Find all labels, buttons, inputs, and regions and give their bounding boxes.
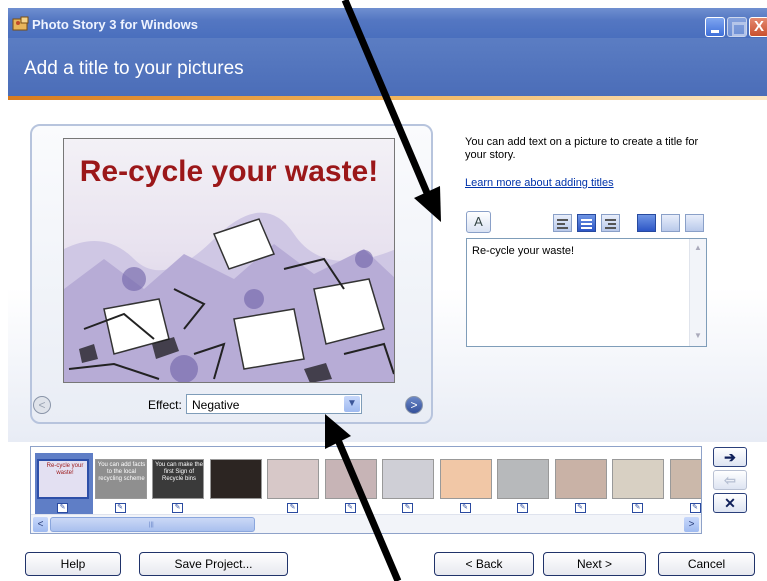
- move-left-button[interactable]: ⇦: [713, 470, 747, 490]
- arrow-right-icon: >: [410, 398, 418, 412]
- effect-dropdown[interactable]: Negative ▼: [186, 394, 362, 414]
- delete-icon: ✕: [724, 495, 736, 511]
- filmstrip-thumbnail[interactable]: [439, 459, 492, 499]
- photo-story-app-icon: [12, 16, 29, 31]
- align-top-button[interactable]: [637, 214, 656, 232]
- title-text-area[interactable]: Re-cycle your waste! ▲ ▼: [466, 238, 707, 347]
- filmstrip-thumbnail[interactable]: [669, 459, 701, 499]
- save-project-button[interactable]: Save Project...: [139, 552, 288, 576]
- edit-icon[interactable]: ✎: [287, 503, 298, 513]
- font-icon: A: [474, 214, 483, 229]
- instruction-text: You can add text on a picture to create …: [465, 136, 699, 161]
- arrow-left-icon: ⇦: [724, 472, 736, 488]
- edit-icon[interactable]: ✎: [459, 503, 471, 513]
- maximize-button[interactable]: [727, 17, 747, 37]
- align-center-button[interactable]: [577, 214, 596, 232]
- filmstrip-scrollbar[interactable]: < ||| >: [31, 514, 701, 533]
- filmstrip-thumbnail[interactable]: [324, 459, 377, 499]
- align-right-button[interactable]: [601, 214, 620, 232]
- thumbnail-caption: Re-cycle your waste!: [46, 463, 84, 476]
- minimize-button[interactable]: [705, 17, 725, 37]
- thumbnail-caption: You can add facts to the local recycling…: [97, 462, 146, 482]
- preview-title-overlay: Re-cycle your waste!: [79, 155, 379, 188]
- learn-more-link[interactable]: Learn more about adding titles: [465, 177, 614, 189]
- thumbnail-caption: You can make the first Sign of Recycle b…: [155, 462, 203, 482]
- filmstrip: Re-cycle your waste! ✎ You can add facts t…: [30, 446, 702, 534]
- close-icon: X: [753, 18, 764, 35]
- edit-icon[interactable]: ✎: [344, 503, 356, 513]
- edit-icon[interactable]: ✎: [172, 503, 183, 513]
- filmstrip-thumbnail[interactable]: You can add facts to the local recycling…: [94, 459, 147, 499]
- help-button[interactable]: Help: [25, 552, 121, 576]
- cancel-button[interactable]: Cancel: [658, 552, 755, 576]
- edit-icon[interactable]: ✎: [57, 503, 68, 513]
- filmstrip-thumbnail[interactable]: [382, 459, 434, 499]
- edit-icon[interactable]: ✎: [517, 503, 528, 513]
- scroll-left-icon[interactable]: <: [33, 517, 48, 532]
- align-middle-button[interactable]: [661, 214, 680, 232]
- arrow-left-icon: <: [38, 398, 46, 412]
- filmstrip-thumbnail[interactable]: [497, 459, 549, 499]
- scroll-down-icon[interactable]: ▼: [691, 329, 705, 343]
- font-button[interactable]: A: [466, 211, 491, 233]
- edit-icon[interactable]: ✎: [402, 503, 413, 513]
- edit-icon[interactable]: ✎: [632, 503, 643, 513]
- chevron-down-icon[interactable]: ▼: [344, 396, 360, 412]
- filmstrip-thumbnail[interactable]: [209, 459, 262, 499]
- filmstrip-thumbnail[interactable]: You can make the first Sign of Recycle b…: [152, 459, 204, 499]
- title-text-value: Re-cycle your waste!: [472, 245, 575, 257]
- previous-picture-button[interactable]: <: [33, 396, 51, 414]
- title-bar: Photo Story 3 for Windows X: [8, 8, 767, 38]
- filmstrip-thumbnail[interactable]: [612, 459, 664, 499]
- effect-value: Negative: [192, 398, 240, 412]
- scroll-up-icon[interactable]: ▲: [691, 241, 705, 255]
- scroll-right-icon[interactable]: >: [684, 517, 699, 532]
- move-right-button[interactable]: ➔: [713, 447, 747, 467]
- effect-label: Effect:: [148, 398, 182, 412]
- photo-story-window: Photo Story 3 for Windows X Add a title …: [0, 0, 767, 581]
- align-left-button[interactable]: [553, 214, 572, 232]
- edit-icon[interactable]: ✎: [574, 503, 586, 513]
- title-text-scrollbar[interactable]: ▲ ▼: [689, 239, 706, 346]
- preview-image: Re-cycle your waste!: [63, 138, 395, 383]
- filmstrip-thumbnail[interactable]: [554, 459, 607, 499]
- close-button[interactable]: X: [749, 17, 767, 37]
- next-button[interactable]: Next >: [543, 552, 646, 576]
- arrow-right-icon: ➔: [724, 449, 736, 465]
- next-picture-button[interactable]: >: [405, 396, 423, 414]
- page-header: Add a title to your pictures: [8, 38, 767, 96]
- window-title: Photo Story 3 for Windows: [32, 17, 198, 32]
- filmstrip-thumbnail[interactable]: [267, 459, 319, 499]
- edit-icon[interactable]: ✎: [114, 503, 126, 513]
- edit-icon[interactable]: ✎: [689, 503, 701, 513]
- back-button[interactable]: < Back: [434, 552, 534, 576]
- filmstrip-thumbnail[interactable]: Re-cycle your waste!: [37, 459, 89, 499]
- remove-picture-button[interactable]: ✕: [713, 493, 747, 513]
- page-title: Add a title to your pictures: [24, 58, 244, 79]
- filmstrip-scroll-thumb[interactable]: |||: [50, 517, 255, 532]
- align-bottom-button[interactable]: [685, 214, 704, 232]
